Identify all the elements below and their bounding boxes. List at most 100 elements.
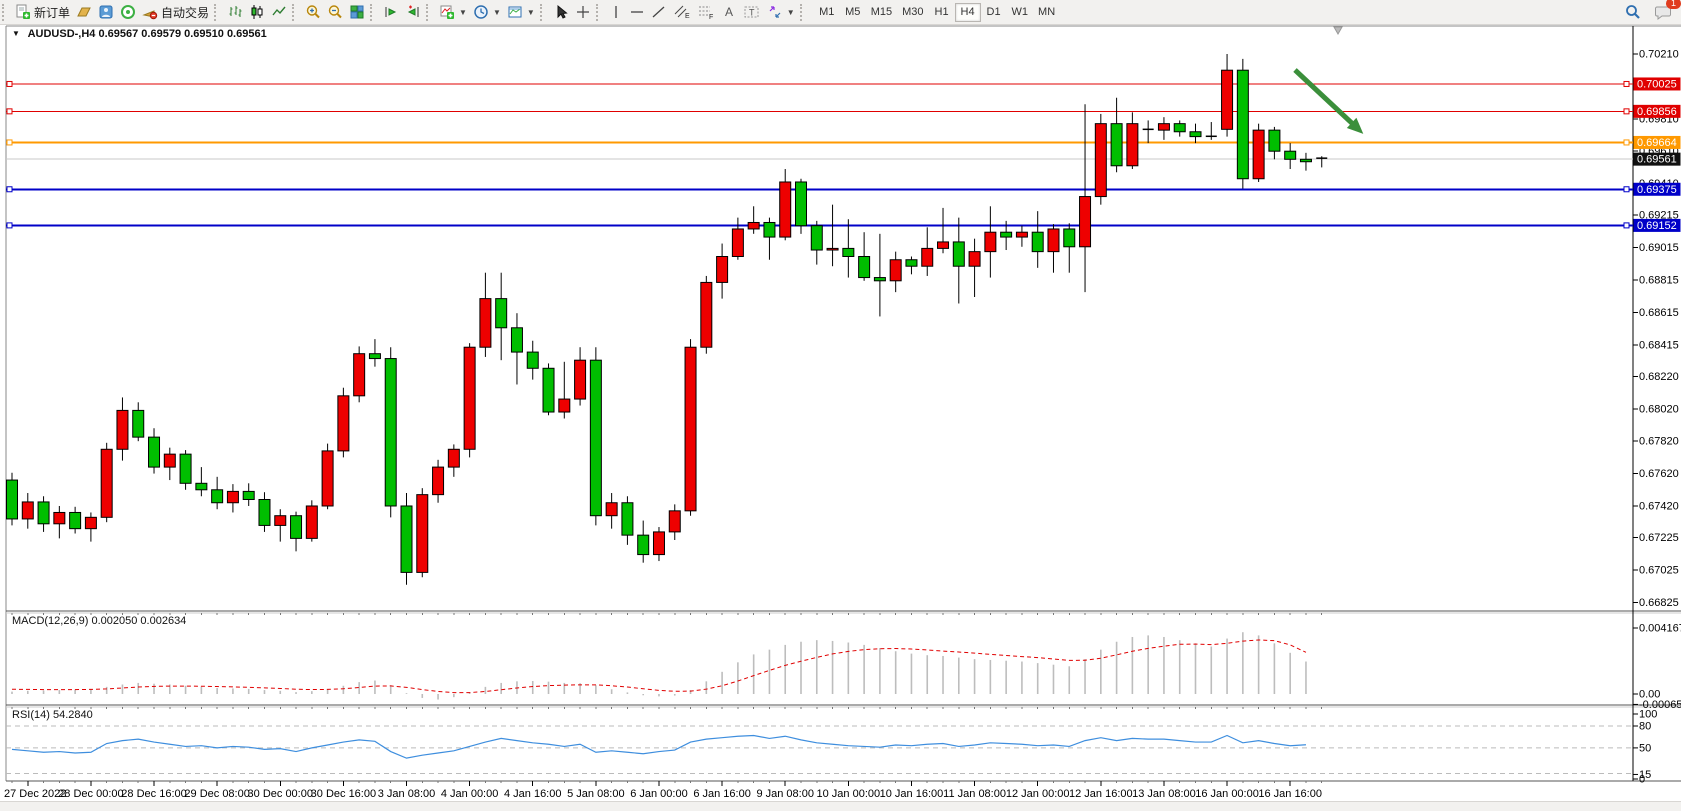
- candle-body: [732, 229, 743, 257]
- periods-button[interactable]: ▼: [470, 2, 504, 23]
- chart-window: 0.702100.700100.698100.696100.694100.692…: [0, 25, 1681, 811]
- candle-body: [1048, 229, 1059, 252]
- channel-button[interactable]: E: [670, 2, 694, 23]
- candle-body: [669, 511, 680, 532]
- rsi-tick-label: 100: [1639, 709, 1657, 721]
- candle-body: [1111, 124, 1122, 166]
- line-handle[interactable]: [7, 81, 12, 86]
- auto-scroll-button[interactable]: [380, 2, 402, 23]
- macd-values: 0.002050 0.002634: [91, 615, 186, 627]
- text-label-button[interactable]: T: [740, 2, 764, 23]
- bar-chart-icon: [227, 4, 243, 20]
- time-tick-label: 16 Jan 16:00: [1258, 788, 1322, 800]
- candle-body: [354, 354, 365, 396]
- crosshair-button[interactable]: [572, 2, 594, 23]
- candle-body: [701, 282, 712, 347]
- svg-text:E: E: [685, 13, 690, 20]
- candle-body: [638, 535, 649, 554]
- tab-m15[interactable]: M15: [866, 3, 897, 22]
- candle-body: [796, 182, 807, 226]
- tab-h1[interactable]: H1: [929, 3, 955, 22]
- tab-m30[interactable]: M30: [897, 3, 928, 22]
- line-handle[interactable]: [7, 187, 12, 192]
- time-tick-label: 6 Jan 00:00: [630, 788, 688, 800]
- vertical-line-button[interactable]: [606, 2, 626, 23]
- arrows-button[interactable]: ▼: [764, 2, 798, 23]
- market-watch-button[interactable]: [95, 2, 117, 23]
- auto-trading-button[interactable]: 自动交易: [139, 2, 212, 23]
- toolbar-grip[interactable]: [540, 4, 547, 21]
- horizontal-line-button[interactable]: [626, 2, 648, 23]
- candle-body: [606, 503, 617, 516]
- toolbar-grip[interactable]: [292, 4, 299, 21]
- candle-body: [748, 222, 759, 228]
- line-handle[interactable]: [1624, 187, 1629, 192]
- candle-body: [1016, 232, 1027, 237]
- notification-badge: 1: [1666, 0, 1681, 9]
- trendline-button[interactable]: [648, 2, 670, 23]
- candle-body: [511, 328, 522, 352]
- charts-button[interactable]: [73, 2, 95, 23]
- tab-m1[interactable]: M1: [814, 3, 840, 22]
- candle-body: [1080, 197, 1091, 247]
- notifications-button[interactable]: 1: [1652, 2, 1675, 23]
- toolbar-grip[interactable]: [426, 4, 433, 21]
- tab-h4[interactable]: H4: [955, 3, 981, 22]
- line-handle[interactable]: [1624, 81, 1629, 86]
- current-price-badge-label: 0.69561: [1637, 154, 1677, 166]
- toolbar-grip[interactable]: [214, 4, 221, 21]
- tab-d1[interactable]: D1: [981, 3, 1007, 22]
- candle-body: [433, 467, 444, 495]
- tile-windows-button[interactable]: [346, 2, 368, 23]
- candle-body: [322, 451, 333, 506]
- time-tick-label: 27 Dec 2022: [4, 788, 66, 800]
- line-handle[interactable]: [1624, 223, 1629, 228]
- candle-body: [275, 516, 286, 526]
- toolbar-grip[interactable]: [2, 4, 9, 21]
- indicators-button[interactable]: ▼: [436, 2, 470, 23]
- time-tick-label: 30 Dec 00:00: [248, 788, 313, 800]
- bar-chart-button[interactable]: [224, 2, 246, 23]
- candle-body: [38, 502, 49, 524]
- new-order-label: 新订单: [34, 4, 70, 21]
- toolbar-grip[interactable]: [370, 4, 377, 21]
- chart-shift-button[interactable]: [402, 2, 424, 23]
- tab-m5[interactable]: M5: [840, 3, 866, 22]
- time-axis[interactable]: 27 Dec 202228 Dec 00:0028 Dec 16:0029 De…: [4, 781, 1322, 800]
- line-chart-button[interactable]: [268, 2, 290, 23]
- price-line-badge-label: 0.69664: [1637, 137, 1677, 149]
- candle-body: [559, 399, 570, 412]
- fibonacci-button[interactable]: F: [694, 2, 718, 23]
- zoom-out-button[interactable]: [324, 2, 346, 23]
- candle-body: [117, 410, 128, 449]
- zoom-in-button[interactable]: [302, 2, 324, 23]
- rsi-tick-label: 50: [1639, 742, 1651, 754]
- line-handle[interactable]: [1624, 109, 1629, 114]
- candle-body: [259, 500, 270, 526]
- templates-button[interactable]: ▼: [504, 2, 538, 23]
- candlestick-chart-button[interactable]: [246, 2, 268, 23]
- candle-body: [291, 516, 302, 539]
- price-tick-label: 0.67420: [1639, 500, 1679, 512]
- toolbar-grip[interactable]: [800, 4, 807, 21]
- one-click-trading-toggle-icon[interactable]: ▼: [12, 29, 20, 38]
- candle-body: [212, 490, 223, 503]
- line-handle[interactable]: [1624, 140, 1629, 145]
- cursor-button[interactable]: [550, 2, 572, 23]
- tab-w1[interactable]: W1: [1007, 3, 1034, 22]
- doji-candle: [1206, 136, 1217, 138]
- new-order-button[interactable]: 新订单: [12, 2, 73, 23]
- signals-button[interactable]: [117, 2, 139, 23]
- candle-body: [527, 352, 538, 368]
- line-handle[interactable]: [7, 140, 12, 145]
- line-handle[interactable]: [7, 109, 12, 114]
- text-button[interactable]: A: [718, 2, 740, 23]
- chart-window-icon: [76, 4, 92, 20]
- tab-mn[interactable]: MN: [1033, 3, 1060, 22]
- toolbar-grip[interactable]: [596, 4, 603, 21]
- line-handle[interactable]: [7, 223, 12, 228]
- candle-body: [969, 252, 980, 267]
- search-button[interactable]: [1622, 2, 1644, 23]
- candle-body: [149, 437, 160, 467]
- chart-canvas[interactable]: 0.702100.700100.698100.696100.694100.692…: [0, 25, 1681, 811]
